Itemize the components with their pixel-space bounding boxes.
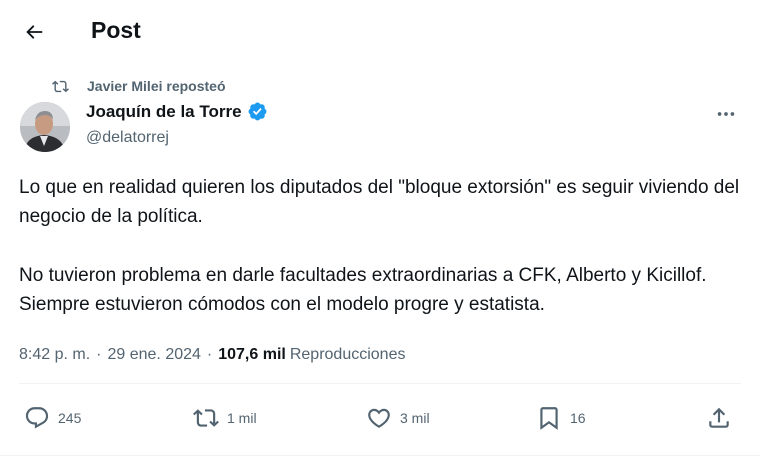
views-count[interactable]: 107,6 mil xyxy=(218,346,286,364)
repost-icon xyxy=(52,80,69,92)
bookmark-count: 16 xyxy=(570,410,586,426)
repost-button[interactable]: 1 mil xyxy=(193,402,257,434)
repost-count: 1 mil xyxy=(227,410,257,426)
bookmark-button[interactable]: 16 xyxy=(536,402,586,434)
repost-icon xyxy=(193,409,219,427)
arrow-left-icon xyxy=(26,25,43,39)
like-button[interactable]: 3 mil xyxy=(366,402,430,434)
share-button[interactable] xyxy=(706,402,732,434)
meta-separator: · xyxy=(96,346,102,363)
post-time[interactable]: 8:42 p. m. xyxy=(19,346,90,364)
post-date[interactable]: 29 ene. 2024 xyxy=(107,346,200,364)
post-meta: 8:42 p. m. · 29 ene. 2024 · 107,6 mil Re… xyxy=(19,344,405,366)
author-name-row[interactable]: Joaquín de la Torre xyxy=(86,101,268,122)
post-paragraph: No tuvieron problema en darle facultades… xyxy=(19,265,707,315)
top-bar: Post xyxy=(0,0,760,64)
action-bar: 245 1 mil 3 mil 16 xyxy=(0,402,760,434)
bookmark-icon xyxy=(540,407,558,430)
divider xyxy=(19,383,741,384)
avatar[interactable] xyxy=(20,102,70,152)
avatar-photo xyxy=(20,102,70,152)
repost-label: Javier Milei reposteó xyxy=(87,78,226,94)
back-button[interactable] xyxy=(16,14,52,50)
author-handle[interactable]: @delatorrej xyxy=(86,129,169,147)
heart-icon xyxy=(368,408,390,428)
meta-separator: · xyxy=(206,346,213,363)
verified-badge-icon[interactable] xyxy=(247,101,268,122)
share-icon xyxy=(709,407,729,428)
views-label[interactable]: Reproducciones xyxy=(290,346,406,364)
reply-icon xyxy=(25,407,49,429)
reply-button[interactable]: 245 xyxy=(24,402,81,434)
post-text: Lo que en realidad quieren los diputados… xyxy=(19,173,741,319)
divider xyxy=(0,455,760,456)
repost-indicator[interactable]: Javier Milei reposteó xyxy=(52,76,226,96)
like-count: 3 mil xyxy=(400,410,430,426)
more-horizontal-icon xyxy=(717,112,735,116)
more-options-button[interactable] xyxy=(708,102,744,126)
reply-count: 245 xyxy=(58,410,82,426)
author-name[interactable]: Joaquín de la Torre xyxy=(86,102,242,122)
post-paragraph: Lo que en realidad quieren los diputados… xyxy=(19,177,740,227)
page-title: Post xyxy=(91,17,141,43)
